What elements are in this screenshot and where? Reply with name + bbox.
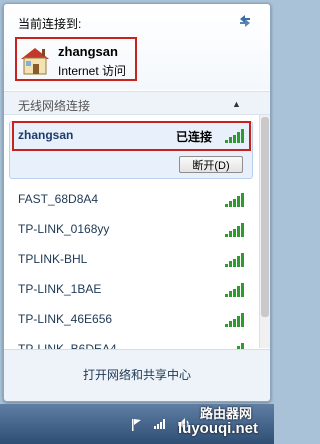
wifi-flyout: 当前连接到: zhangsan Internet 访问 无线网络连接 ▲ zha… — [3, 3, 271, 402]
disconnect-button[interactable]: 断开(D) — [179, 156, 243, 173]
network-name: TP-LINK_46E656 — [18, 312, 113, 326]
scrollbar[interactable] — [259, 115, 270, 348]
refresh-icon[interactable] — [237, 13, 253, 29]
signal-strength-icon — [225, 253, 244, 267]
network-name: TPLINK-BHL — [18, 252, 88, 266]
network-name: TP-LINK_0168yy — [18, 222, 110, 236]
network-item[interactable]: FAST_68D8A4 — [4, 184, 270, 214]
selected-network-name: zhangsan — [18, 128, 74, 142]
collapse-arrow-icon[interactable]: ▲ — [232, 99, 241, 109]
signal-strength-icon — [225, 223, 244, 237]
current-connection-title: 当前连接到: — [18, 17, 82, 31]
network-item[interactable]: TPLINK-BHL — [4, 244, 270, 274]
current-connection-access: Internet 访问 — [58, 64, 127, 78]
scrollbar-thumb[interactable] — [261, 117, 269, 317]
network-item[interactable]: TP-LINK_1BAE — [4, 274, 270, 304]
flyout-footer: 打开网络和共享中心 — [4, 349, 270, 401]
wireless-section-label: 无线网络连接 — [18, 99, 91, 113]
network-item[interactable]: TP-LINK_0168yy — [4, 214, 270, 244]
network-item[interactable]: TP-LINK_46E656 — [4, 304, 270, 334]
network-tray-icon[interactable] — [150, 404, 170, 444]
network-name: FAST_68D8A4 — [18, 192, 99, 206]
action-center-flag-icon[interactable] — [126, 404, 146, 444]
network-name: TP-LINK_1BAE — [18, 282, 102, 296]
current-connection-name: zhangsan — [58, 44, 118, 59]
signal-strength-icon — [225, 129, 244, 143]
house-icon — [21, 48, 49, 75]
signal-strength-icon — [225, 193, 244, 207]
signal-strength-icon — [225, 313, 244, 327]
watermark-url: luyouqi.net — [178, 420, 258, 437]
network-sharing-center-link[interactable]: 打开网络和共享中心 — [4, 366, 270, 383]
selected-network-status: 已连接 — [176, 130, 213, 144]
flyout-header: 当前连接到: zhangsan Internet 访问 — [4, 4, 270, 90]
wireless-section-header[interactable]: 无线网络连接 ▲ — [4, 91, 270, 115]
signal-strength-icon — [225, 283, 244, 297]
